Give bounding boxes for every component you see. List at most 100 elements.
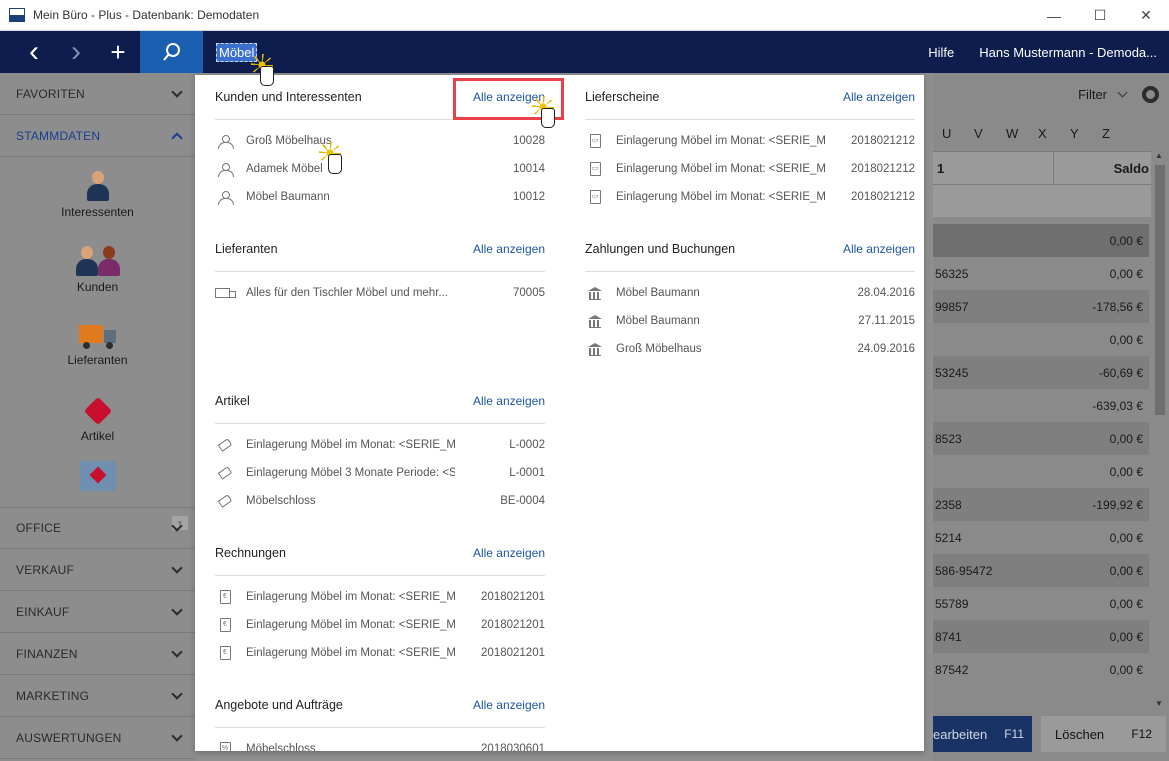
result-name: Groß Möbelhaus <box>246 135 332 147</box>
letter-u[interactable]: U <box>942 126 974 141</box>
scrollbar-thumb[interactable] <box>1155 165 1165 415</box>
sidebar-item-kunden[interactable]: Kunden <box>0 232 195 307</box>
sidebar-item-lieferanten[interactable]: Lieferanten <box>0 307 195 382</box>
back-button[interactable]: ‹ <box>14 31 54 73</box>
sidebar-section-marketing[interactable]: MARKETING <box>0 675 195 717</box>
saldo-cell: -178,56 € <box>1092 299 1143 314</box>
edit-button[interactable]: earbeiten F11 <box>933 716 1032 752</box>
table-row[interactable]: 53245 -60,69 € <box>933 356 1149 389</box>
user-menu[interactable]: Hans Mustermann - Demoda... <box>979 45 1157 60</box>
delete-button[interactable]: Löschen F12 <box>1041 716 1166 752</box>
result-value: 24.09.2016 <box>857 343 915 355</box>
sidebar-section-stammdaten[interactable]: STAMMDATEN <box>0 115 195 157</box>
sidebar-section-finanzen[interactable]: FINANZEN <box>0 633 195 675</box>
letter-v[interactable]: V <box>974 126 1006 141</box>
result-item[interactable]: ▭ Einlagerung Möbel im Monat: <SERIE_MC 20… <box>585 127 915 155</box>
chevron-down-icon <box>171 645 183 658</box>
close-button[interactable]: ✕ <box>1123 0 1169 31</box>
show-all-angebote-link[interactable]: Alle anzeigen <box>473 698 545 712</box>
scroll-up-icon[interactable]: ▲ <box>1155 151 1163 160</box>
result-item[interactable]: Möbel Baumann 28.04.2016 <box>585 279 915 307</box>
chevron-down-icon <box>171 729 183 742</box>
search-icon <box>162 43 180 61</box>
letter-z[interactable]: Z <box>1102 126 1134 141</box>
letter-x[interactable]: X <box>1038 126 1070 141</box>
result-item[interactable]: % Möbelschloss 2018030601 <box>215 735 545 751</box>
filter-button[interactable]: Filter <box>1078 87 1107 102</box>
table-scrollbar[interactable]: ▲ ▼ <box>1151 151 1169 708</box>
table-row[interactable]: 2358 -199,92 € <box>933 488 1149 521</box>
minimize-button[interactable]: — <box>1031 0 1077 31</box>
result-item[interactable]: € Einlagerung Möbel im Monat: <SERIE_MC 20… <box>215 611 545 639</box>
invoice-icon: € <box>219 618 231 632</box>
result-icon-wrap <box>585 315 605 328</box>
table-row[interactable]: 0,00 € <box>933 224 1149 257</box>
table-row[interactable]: 8741 0,00 € <box>933 620 1149 653</box>
sidebar-section-label: AUSWERTUNGEN <box>16 730 122 745</box>
table-filter-row[interactable] <box>933 185 1169 217</box>
result-name: Einlagerung Möbel im Monat: <SERIE_MC <box>246 591 455 603</box>
table-row[interactable]: 586-95472 0,00 € <box>933 554 1149 587</box>
result-item[interactable]: Möbelschloss BE-0004 <box>215 487 545 515</box>
group-header: Artikel Alle anzeigen <box>215 379 545 424</box>
table-row[interactable]: 5214 0,00 € <box>933 521 1149 554</box>
group-title: Lieferscheine <box>585 90 660 104</box>
saldo-cell: 0,00 € <box>1109 629 1143 644</box>
gear-icon[interactable] <box>1142 85 1159 103</box>
result-item[interactable]: Möbel Baumann 10012 <box>215 183 545 211</box>
sidebar-section-office[interactable]: OFFICE <box>0 507 195 549</box>
result-item[interactable]: € Einlagerung Möbel im Monat: <SERIE_MC 20… <box>215 583 545 611</box>
scroll-down-icon[interactable]: ▼ <box>1155 699 1163 708</box>
result-item[interactable]: ▭ Einlagerung Möbel im Monat: <SERIE_MC 20… <box>585 155 915 183</box>
show-all-artikel-link[interactable]: Alle anzeigen <box>473 394 545 408</box>
sidebar-item-artikel[interactable]: Artikel <box>0 382 195 457</box>
result-item[interactable]: ▭ Einlagerung Möbel im Monat: <SERIE_MC 20… <box>585 183 915 211</box>
sidebar-section-einkauf[interactable]: EINKAUF <box>0 591 195 633</box>
result-icon-wrap: € <box>215 618 235 632</box>
show-all-zahlungen-link[interactable]: Alle anzeigen <box>843 242 915 256</box>
sidebar-section-favoriten[interactable]: FAVORITEN <box>0 73 195 115</box>
table-row[interactable]: 0,00 € <box>933 323 1149 356</box>
sidebar-section-verkauf[interactable]: VERKAUF <box>0 549 195 591</box>
table-row[interactable]: 55789 0,00 € <box>933 587 1149 620</box>
person-icon <box>217 190 234 205</box>
show-all-lieferscheine-link[interactable]: Alle anzeigen <box>843 90 915 104</box>
result-item[interactable]: Adamek Möbel 10014 <box>215 155 545 183</box>
search-button[interactable] <box>140 31 203 73</box>
table-row[interactable]: 8523 0,00 € <box>933 422 1149 455</box>
saldo-cell: 0,00 € <box>1109 563 1143 578</box>
table-row[interactable]: 99857 -178,56 € <box>933 290 1149 323</box>
letter-y[interactable]: Y <box>1070 126 1102 141</box>
forward-button[interactable]: › <box>56 31 96 73</box>
result-item[interactable]: Einlagerung Möbel im Monat: <SERIE_MC L-0… <box>215 431 545 459</box>
help-link[interactable]: Hilfe <box>928 45 954 60</box>
column-header-number[interactable]: 1 <box>933 152 1054 184</box>
result-item[interactable]: € Einlagerung Möbel im Monat: <SERIE_MC 20… <box>215 639 545 667</box>
table-row[interactable]: 87542 0,00 € <box>933 653 1149 686</box>
result-list: Alles für den Tischler Möbel und mehr...… <box>215 272 545 307</box>
result-item[interactable]: Groß Möbelhaus 10028 <box>215 127 545 155</box>
show-all-lieferanten-link[interactable]: Alle anzeigen <box>473 242 545 256</box>
result-item[interactable]: Alles für den Tischler Möbel und mehr...… <box>215 279 545 307</box>
result-item[interactable]: Groß Möbelhaus 24.09.2016 <box>585 335 915 363</box>
maximize-button[interactable]: ☐ <box>1077 0 1123 31</box>
edit-button-label: earbeiten <box>933 726 988 742</box>
delete-button-label: Löschen <box>1055 726 1105 742</box>
result-item[interactable]: Möbel Baumann 27.11.2015 <box>585 307 915 335</box>
table-row[interactable]: -639,03 € <box>933 389 1149 422</box>
table-row[interactable]: 0,00 € <box>933 455 1149 488</box>
chevron-down-icon[interactable] <box>1117 87 1128 97</box>
show-all-rechnungen-link[interactable]: Alle anzeigen <box>473 546 545 560</box>
add-button[interactable]: + <box>98 31 138 73</box>
sidebar-section-auswertungen[interactable]: AUSWERTUNGEN <box>0 717 195 759</box>
search-query-text[interactable]: Möbel <box>216 42 258 62</box>
sidebar-item-interessenten[interactable]: Interessenten <box>0 157 195 232</box>
chevron-down-icon <box>171 520 183 532</box>
letter-w[interactable]: W <box>1006 126 1038 141</box>
delivery-note-icon: ▭ <box>589 190 601 204</box>
saldo-cell: 0,00 € <box>1109 233 1143 248</box>
result-item[interactable]: Einlagerung Möbel 3 Monate Periode: <S L-… <box>215 459 545 487</box>
chevron-down-icon <box>171 687 183 700</box>
window-controls: — ☐ ✕ <box>1031 0 1169 31</box>
table-row[interactable]: 56325 0,00 € <box>933 257 1149 290</box>
